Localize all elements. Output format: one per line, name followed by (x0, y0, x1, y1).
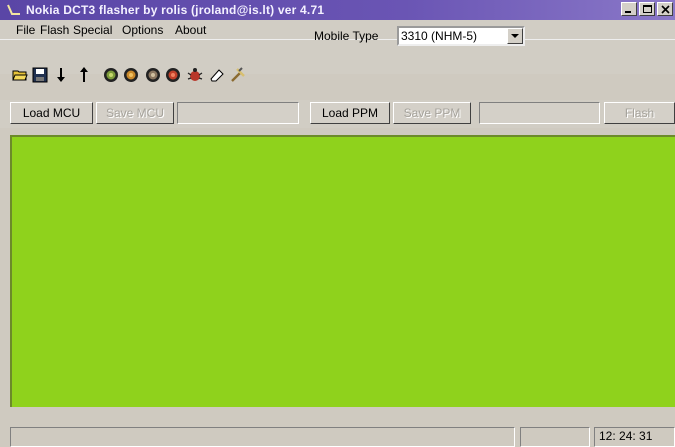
minimize-icon (625, 11, 631, 13)
chip-brown-icon[interactable] (145, 67, 161, 83)
menu-about[interactable]: About (175, 23, 206, 37)
title-bar: Nokia DCT3 flasher by rolis (jroland@is.… (0, 0, 675, 20)
load-ppm-button[interactable]: Load PPM (310, 102, 390, 124)
chevron-down-icon (511, 34, 519, 38)
chip-orange-icon[interactable] (123, 67, 139, 83)
eraser-icon[interactable] (208, 67, 224, 83)
window-controls (621, 2, 673, 16)
status-bar: 12: 24: 31 (0, 410, 675, 447)
save-disk-icon[interactable] (32, 67, 48, 83)
arrow-up-icon[interactable] (76, 67, 92, 83)
chip-red-icon[interactable] (165, 67, 181, 83)
mobile-type-select[interactable]: 3310 (NHM-5) (397, 26, 525, 46)
open-folder-icon[interactable] (12, 67, 28, 83)
mcu-file-field (177, 102, 299, 124)
mobile-type-value: 3310 (NHM-5) (401, 29, 478, 43)
toolbar (0, 39, 675, 83)
window-title: Nokia DCT3 flasher by rolis (jroland@is.… (26, 3, 325, 17)
log-area[interactable] (10, 135, 675, 407)
save-ppm-button[interactable]: Save PPM (393, 102, 471, 124)
close-button[interactable] (657, 2, 673, 16)
arrow-down-icon[interactable] (53, 67, 69, 83)
menu-file[interactable]: File (16, 23, 35, 37)
menu-options[interactable]: Options (122, 23, 163, 37)
clock-text: 12: 24: 31 (599, 429, 653, 443)
action-row: Load MCU Save MCU Load PPM Save PPM Flas… (0, 100, 675, 128)
save-mcu-button[interactable]: Save MCU (96, 102, 174, 124)
bug-icon[interactable] (187, 67, 203, 83)
app-icon (7, 4, 20, 15)
maximize-icon (642, 4, 652, 13)
load-mcu-button[interactable]: Load MCU (10, 102, 93, 124)
status-panel-main (10, 427, 515, 447)
minimize-button[interactable] (621, 2, 637, 16)
status-panel-middle (520, 427, 590, 447)
menu-special[interactable]: Special (73, 23, 112, 37)
chip-green-icon[interactable] (103, 67, 119, 83)
ppm-file-field (479, 102, 600, 124)
maximize-button[interactable] (639, 2, 655, 16)
mobile-type-label: Mobile Type (314, 29, 379, 43)
menu-flash[interactable]: Flash (40, 23, 69, 37)
dropdown-button[interactable] (507, 28, 523, 44)
close-icon (660, 4, 670, 14)
flash-button[interactable]: Flash (604, 102, 675, 124)
tools-icon[interactable] (230, 67, 246, 83)
status-panel-clock: 12: 24: 31 (594, 427, 675, 447)
